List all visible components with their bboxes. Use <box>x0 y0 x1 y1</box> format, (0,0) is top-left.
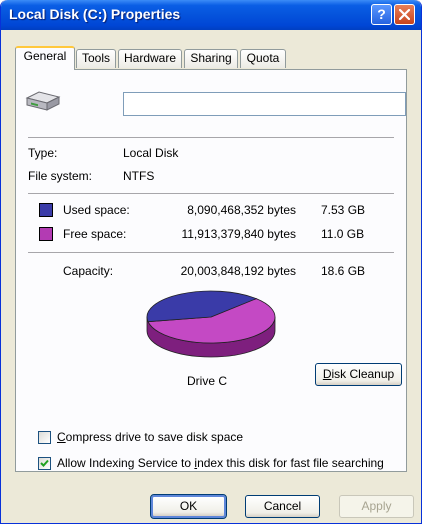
divider <box>28 137 394 138</box>
window-title: Local Disk (C:) Properties <box>9 6 181 22</box>
compress-label-rest: ompress drive to save disk space <box>65 430 244 444</box>
type-label: Type: <box>28 146 58 160</box>
tab-sharing[interactable]: Sharing <box>184 49 238 68</box>
capacity-size: 18.6 GB <box>321 264 366 278</box>
capacity-label: Capacity: <box>63 264 114 278</box>
free-space-bytes: 11,913,379,840 bytes <box>181 227 296 241</box>
hard-drive-icon <box>25 91 61 111</box>
used-space-bytes: 8,090,468,352 bytes <box>187 203 296 217</box>
close-icon <box>399 9 410 20</box>
close-button[interactable] <box>394 4 415 25</box>
compress-checkbox[interactable] <box>38 431 51 444</box>
compress-mnemonic: C <box>57 430 66 444</box>
cancel-button[interactable]: Cancel <box>245 495 320 518</box>
tab-hardware[interactable]: Hardware <box>118 49 182 68</box>
used-space-label: Used space: <box>63 203 130 217</box>
indexing-label-before: Allow Indexing Service to <box>57 456 195 470</box>
compress-label: Compress drive to save disk space <box>57 430 243 444</box>
capacity-bytes: 20,003,848,192 bytes <box>180 264 296 278</box>
used-space-swatch <box>39 203 53 217</box>
divider <box>28 252 394 253</box>
indexing-label-after: ndex this disk for fast file searching <box>197 456 384 470</box>
disk-usage-pie <box>146 290 276 358</box>
file-system-value: NTFS <box>123 169 155 183</box>
tab-general[interactable]: General <box>15 46 75 70</box>
free-space-size: 11.0 GB <box>321 227 365 241</box>
file-system-label: File system: <box>28 169 93 183</box>
indexing-checkbox[interactable] <box>38 457 51 470</box>
disk-cleanup-button[interactable]: Disk Cleanup <box>315 363 402 386</box>
indexing-label: Allow Indexing Service to index this dis… <box>57 456 384 470</box>
ok-button[interactable]: OK <box>150 494 227 519</box>
free-space-swatch <box>39 227 53 241</box>
type-value: Local Disk <box>123 146 179 160</box>
free-space-label: Free space: <box>63 227 127 241</box>
apply-button[interactable]: Apply <box>339 495 414 518</box>
used-space-size: 7.53 GB <box>321 203 366 217</box>
disk-cleanup-label: isk Cleanup <box>331 367 395 381</box>
drive-label: Drive C <box>187 374 228 388</box>
help-button[interactable]: ? <box>371 4 392 25</box>
divider <box>28 193 394 194</box>
title-bar[interactable]: Local Disk (C:) Properties ? <box>1 0 421 30</box>
tab-tools[interactable]: Tools <box>76 49 116 68</box>
checkmark-icon <box>40 459 49 467</box>
tab-quota[interactable]: Quota <box>240 49 286 68</box>
properties-window: Local Disk (C:) Properties ? General Too… <box>0 0 422 524</box>
drive-name-input[interactable] <box>123 92 406 116</box>
